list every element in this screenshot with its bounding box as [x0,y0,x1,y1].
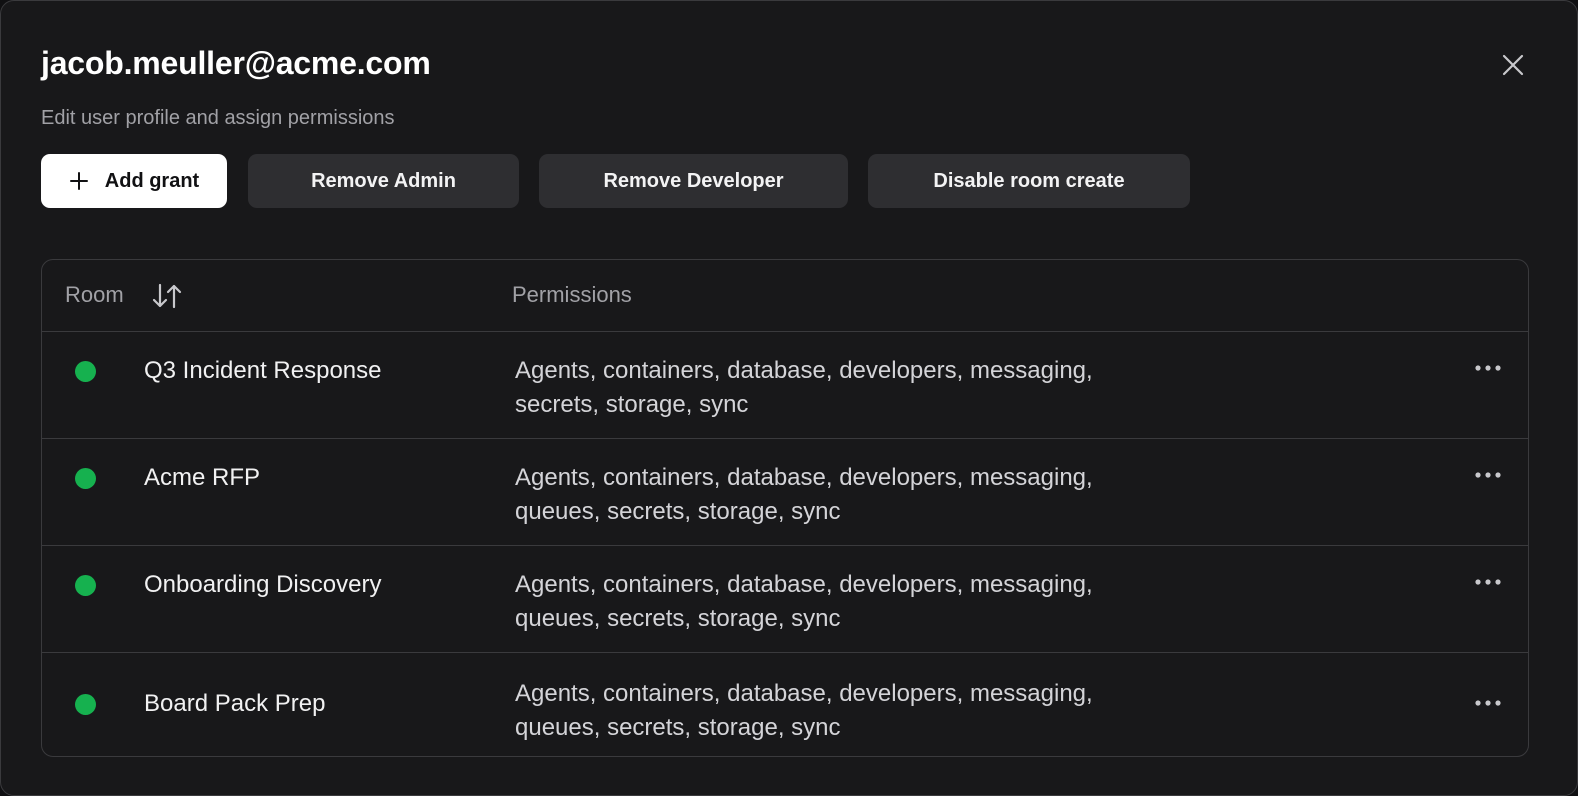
row-more-button[interactable] [1468,570,1508,594]
sort-room-button[interactable] [150,280,184,312]
plus-icon [69,171,89,191]
room-name: Acme RFP [144,464,261,491]
status-active-icon [75,575,96,596]
row-more-button[interactable] [1468,356,1508,380]
more-horizontal-icon [1475,579,1501,585]
more-horizontal-icon [1475,700,1501,706]
table-row[interactable]: Q3 Incident Response Agents, containers,… [42,332,1528,439]
room-name: Onboarding Discovery [144,571,382,598]
room-permissions-table: Room Permissions Q3 Incident Response Ag… [41,259,1529,757]
room-permissions: Agents, containers, database, developers… [515,571,1093,632]
dialog-subtitle: Edit user profile and assign permissions [41,107,395,129]
sort-arrows-icon [152,283,182,309]
room-permissions: Agents, containers, database, developers… [515,357,1093,418]
status-active-icon [75,468,96,489]
status-active-icon [75,694,96,715]
status-active-icon [75,361,96,382]
room-name: Q3 Incident Response [144,357,382,384]
close-icon [1502,54,1524,76]
disable-room-create-button[interactable]: Disable room create [868,154,1190,208]
room-name: Board Pack Prep [144,690,326,717]
edit-user-dialog: jacob.meuller@acme.com Edit user profile… [0,0,1578,796]
more-horizontal-icon [1475,365,1501,371]
more-horizontal-icon [1475,472,1501,478]
table-row[interactable]: Board Pack Prep Agents, containers, data… [42,653,1528,756]
table-row[interactable]: Acme RFP Agents, containers, database, d… [42,439,1528,546]
add-grant-label: Add grant [104,169,200,192]
row-more-button[interactable] [1468,463,1508,487]
table-header: Room Permissions [42,260,1528,332]
add-grant-button[interactable]: Add grant [41,154,227,208]
room-permissions: Agents, containers, database, developers… [515,680,1093,741]
close-button[interactable] [1495,47,1531,83]
row-more-button[interactable] [1468,691,1508,715]
dialog-title: jacob.meuller@acme.com [41,45,431,81]
table-row[interactable]: Onboarding Discovery Agents, containers,… [42,546,1528,653]
room-permissions: Agents, containers, database, developers… [515,464,1093,525]
permissions-column-header: Permissions [512,282,632,307]
remove-developer-button[interactable]: Remove Developer [539,154,848,208]
room-column-header: Room [65,282,124,307]
remove-admin-button[interactable]: Remove Admin [248,154,519,208]
